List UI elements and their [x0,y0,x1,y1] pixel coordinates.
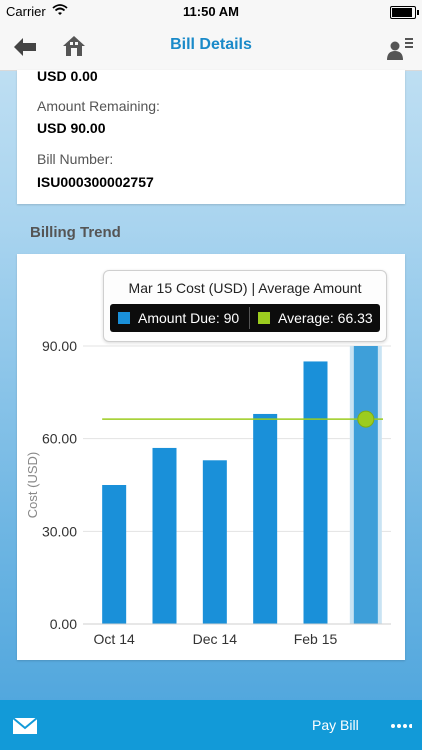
tooltip-legend: Amount Due: 90 Average: 66.33 [110,304,380,332]
y-tick-label: 0.00 [50,616,77,632]
amount-remaining-label: Amount Remaining: [37,98,160,114]
navigation-bar: Bill Details [0,22,422,71]
previous-amount-value: USD 0.00 [37,68,98,84]
legend-average: Average: 66.33 [258,310,373,326]
legend-average-text: Average: 66.33 [278,310,373,326]
mail-icon[interactable] [12,717,38,735]
bar [102,485,127,624]
bill-details-card: USD 0.00 Amount Remaining: USD 90.00 Bil… [17,68,405,204]
y-tick-label: 90.00 [42,338,77,354]
bar [202,460,227,624]
average-swatch [258,312,270,324]
billing-trend-heading: Billing Trend [30,224,121,241]
bar [152,447,177,624]
y-tick-label: 60.00 [42,431,77,447]
y-axis-title: Cost (USD) [25,452,40,518]
bar [303,361,328,624]
bill-number-label: Bill Number: [37,151,114,167]
legend-amount-due-text: Amount Due: 90 [138,310,240,326]
bottom-toolbar: Pay Bill [0,700,422,750]
billing-trend-chart: 0.00 30.00 60.00 90.00 Cost (USD) Oct 14 Dec 1… [17,254,405,660]
clock: 11:50 AM [183,4,239,19]
x-tick-label: Dec 14 [193,631,238,647]
y-tick-label: 30.00 [42,523,77,539]
bar [353,346,378,624]
status-bar: Carrier 11:50 AM [0,0,422,22]
x-tick-label: Feb 15 [294,631,338,647]
x-tick-label: Oct 14 [94,631,135,647]
chart-tooltip: Mar 15 Cost (USD) | Average Amount Amoun… [103,270,387,342]
legend-amount-due: Amount Due: 90 [118,310,239,326]
bill-number-value: ISU000300002757 [37,174,154,190]
average-marker [357,410,375,428]
amount-remaining-value: USD 90.00 [37,120,106,136]
battery-level [392,8,412,17]
more-dots-icon[interactable] [390,723,412,729]
legend-divider [249,307,250,329]
page-title: Bill Details [170,36,252,53]
user-menu-icon[interactable] [386,36,414,60]
bar [253,413,278,624]
battery-icon [390,6,419,19]
amount-due-swatch [118,312,130,324]
tooltip-title: Mar 15 Cost (USD) | Average Amount [128,280,362,296]
pay-bill-button[interactable]: Pay Bill [312,717,359,733]
